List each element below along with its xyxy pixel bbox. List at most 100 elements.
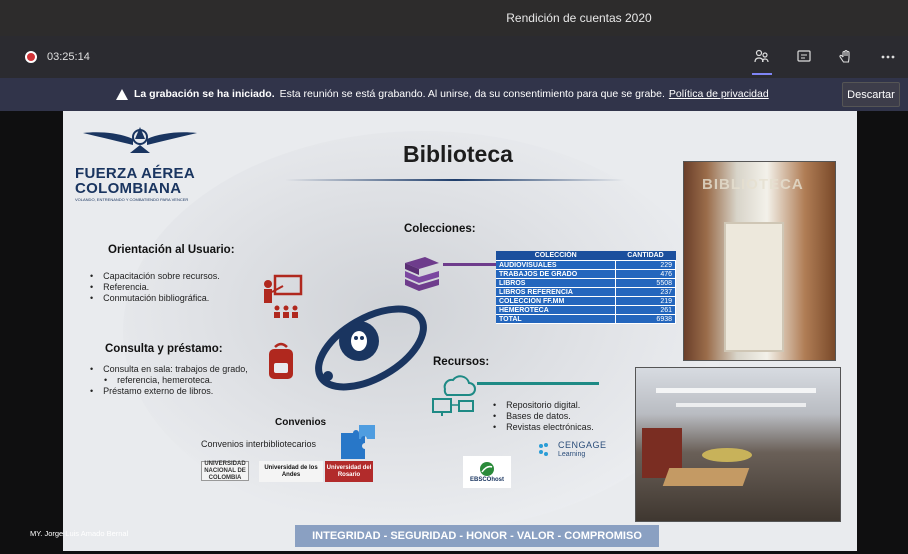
colecciones-heading: Colecciones: — [404, 223, 476, 235]
library-sign: BIBLIOTECA — [702, 176, 804, 193]
table-row: LIBROS REFERENCIA 237 — [496, 287, 677, 297]
title-underline — [285, 179, 625, 181]
partner-logo-andes: Universidad de los Andes — [259, 461, 323, 482]
participants-button[interactable] — [750, 45, 774, 75]
orientacion-list: Capacitación sobre recursos. Referencia.… — [90, 271, 220, 304]
recursos-list: Repositorio digital. Bases de datos. Rev… — [493, 400, 594, 433]
colecciones-table: COLECCIÓN CANTIDAD AUDIOVISUALES 229 TRAB… — [496, 251, 677, 324]
slide-title: Biblioteca — [403, 141, 513, 167]
ceiling-light — [656, 388, 816, 393]
list-item-text: referencia, hemeroteca. — [117, 375, 213, 385]
table-cell: 229 — [615, 260, 677, 270]
privacy-policy-link[interactable]: Política de privacidad — [669, 88, 769, 100]
table-row: LIBROS 5508 — [496, 278, 677, 288]
glass-door — [724, 222, 784, 352]
convenios-heading: Convenios — [275, 417, 327, 428]
list-item: Revistas electrónicas. — [493, 422, 594, 433]
partner-logo-rosario: Universidad del Rosario — [325, 461, 373, 482]
table-cell: LIBROS REFERENCIA — [496, 287, 616, 297]
more-options-button[interactable] — [876, 45, 900, 69]
window-title: Rendición de cuentas 2020 — [506, 11, 652, 25]
ceiling-light — [676, 403, 806, 407]
shared-screen-stage: FUERZA AÉREA COLOMBIANA VOLANDO, ENTRENA… — [0, 111, 908, 554]
recursos-heading: Recursos: — [433, 356, 490, 368]
table-row: TOTAL 6938 — [496, 314, 677, 324]
list-item: Bases de datos. — [493, 411, 594, 422]
recording-banner: La grabación se ha iniciado. Esta reunió… — [0, 78, 908, 111]
recording-message: La grabación se ha iniciado. Esta reunió… — [116, 88, 769, 100]
consulta-list: Consulta en sala: trabajos de grado, ref… — [90, 364, 248, 397]
hand-icon — [839, 49, 850, 63]
list-item: Consulta en sala: trabajos de grado, — [90, 364, 248, 375]
cengage-line-1: CENGAGE — [558, 440, 607, 450]
teacher-icon — [264, 274, 303, 318]
reading-room-photo — [635, 367, 841, 522]
values-bar: INTEGRIDAD - SEGURIDAD - HONOR - VALOR -… — [295, 525, 659, 547]
list-item: Conmutación bibliográfica. — [90, 293, 220, 304]
logo-line-1: FUERZA AÉREA — [75, 165, 195, 182]
table-cell: 6938 — [615, 314, 677, 324]
list-item: Préstamo externo de libros. — [90, 386, 248, 397]
convenios-subtitle: Convenios interbibliotecarios — [201, 439, 317, 449]
recording-indicator-icon — [25, 51, 37, 63]
table-cell: COLECCIÓN FF.MM — [496, 296, 616, 306]
list-item: Repositorio digital. — [493, 400, 594, 411]
books-stack-icon — [405, 257, 439, 291]
presentation-slide: FUERZA AÉREA COLOMBIANA VOLANDO, ENTRENA… — [63, 111, 857, 551]
consulta-heading: Consulta y préstamo: — [105, 343, 223, 355]
partner-logo-unal: UNIVERSIDAD NACIONAL DE COLOMBIA — [201, 461, 249, 481]
ebsco-logo: EBSCOhost — [463, 456, 511, 488]
table-header: COLECCIÓN — [496, 251, 616, 261]
list-item-continuation: referencia, hemeroteca. — [90, 375, 248, 386]
table-cell: 5508 — [615, 278, 677, 288]
table-cell: TOTAL — [496, 314, 616, 324]
orbit-emblem-icon — [315, 305, 427, 391]
logo-tagline: VOLANDO, ENTRENANDO Y COMBATIENDO PARA V… — [75, 197, 189, 202]
more-icon — [881, 55, 895, 59]
presenter-name: MY. Jorge Luis Amado Bernal — [30, 529, 129, 538]
call-control-bar: 03:25:14 — [0, 36, 908, 78]
recursos-connector — [477, 382, 599, 385]
table-cell: TRABAJOS DE GRADO — [496, 269, 616, 279]
call-timer: 03:25:14 — [47, 51, 90, 63]
table-cell: AUDIOVISUALES — [496, 260, 616, 270]
orientacion-heading: Orientación al Usuario: — [108, 244, 235, 256]
table-row: AUDIOVISUALES 229 — [496, 260, 677, 270]
table-row: HEMEROTECA 261 — [496, 305, 677, 315]
cloud-computers-icon — [432, 375, 476, 416]
table-cell: 261 — [615, 305, 677, 315]
list-item: Capacitación sobre recursos. — [90, 271, 220, 282]
cengage-line-2: Learning — [558, 451, 586, 458]
logo-line-2: COLOMBIANA — [75, 180, 182, 197]
table-row: TRABAJOS DE GRADO 476 — [496, 269, 677, 279]
ebsco-label: EBSCOhost — [469, 477, 504, 483]
table-cell: 219 — [615, 296, 677, 306]
fac-wings-emblem-icon — [83, 127, 197, 153]
cengage-mark-icon — [539, 443, 548, 456]
colecciones-connector — [443, 263, 497, 266]
table-header: CANTIDAD — [615, 251, 676, 261]
dismiss-button[interactable]: Descartar — [842, 82, 900, 107]
chat-button[interactable] — [792, 45, 816, 69]
cengage-logo: CENGAGE Learning — [537, 441, 607, 459]
list-item: Referencia. — [90, 282, 220, 293]
table-header-row: COLECCIÓN CANTIDAD — [496, 251, 676, 261]
reading-table — [662, 468, 750, 486]
table-row: COLECCIÓN FF.MM 219 — [496, 296, 677, 306]
table-cell: 476 — [615, 269, 677, 279]
raise-hand-button[interactable] — [834, 45, 858, 69]
chat-icon — [797, 50, 811, 62]
puzzle-icon — [341, 425, 375, 459]
table-cell: HEMEROTECA — [496, 305, 616, 315]
recording-started-text: La grabación se ha iniciado. — [134, 88, 275, 100]
table-cell: LIBROS — [496, 278, 616, 288]
window-title-bar: Rendición de cuentas 2020 — [0, 0, 908, 36]
recording-consent-text: Esta reunión se está grabando. Al unirse… — [279, 88, 665, 100]
warning-icon — [116, 88, 128, 100]
backpack-icon — [269, 342, 293, 379]
call-actions — [750, 36, 900, 78]
fac-logo: FUERZA AÉREA COLOMBIANA VOLANDO, ENTRENA… — [75, 121, 205, 202]
round-table — [702, 448, 752, 462]
library-entrance-photo: BIBLIOTECA — [683, 161, 836, 361]
table-cell: 237 — [615, 287, 677, 297]
